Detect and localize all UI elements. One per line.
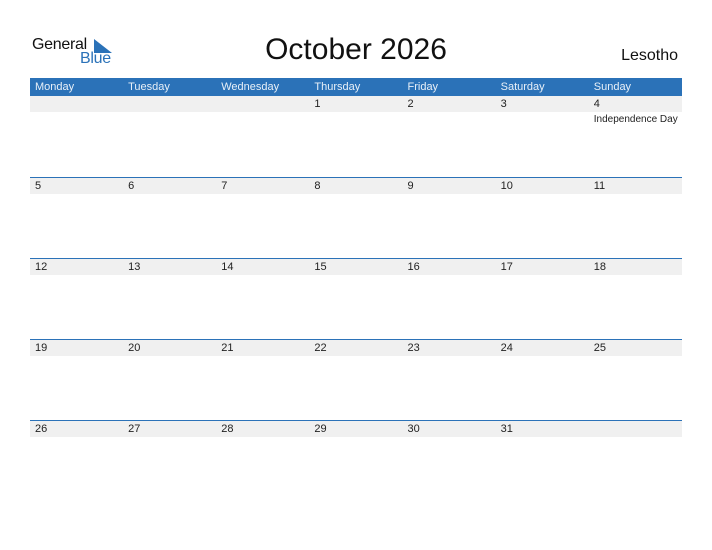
- day-number: 1: [314, 98, 321, 110]
- day-event: [309, 112, 402, 125]
- day-number: 4: [593, 98, 600, 110]
- weekday-wednesday: Wednesday: [221, 81, 280, 93]
- day-number: 29: [314, 423, 327, 435]
- day-event: [589, 437, 682, 439]
- events-row: [30, 275, 682, 277]
- day-event: [30, 437, 123, 439]
- date-strip: 26 27 28 29 30 31: [30, 421, 682, 437]
- day-event: [216, 194, 309, 196]
- day-event: [403, 194, 496, 196]
- day-number: 5: [35, 180, 42, 192]
- day-event: [403, 112, 496, 125]
- day-event: [403, 275, 496, 277]
- day-event: [30, 112, 123, 125]
- day-event: [30, 194, 123, 196]
- day-number: 14: [221, 261, 234, 273]
- day-number: 9: [407, 180, 414, 192]
- day-number: 11: [593, 180, 606, 192]
- day-number: 26: [35, 423, 48, 435]
- day-event: [309, 437, 402, 439]
- date-strip: 12 13 14 15 16 17 18: [30, 259, 682, 275]
- weekday-saturday: Saturday: [500, 81, 545, 93]
- day-number: [123, 96, 216, 112]
- day-number: 30: [407, 423, 420, 435]
- day-event: [403, 356, 496, 358]
- week-row: 5 6 7 8 9 10 11: [30, 177, 682, 196]
- week-row: 19 20 21 22 23 24 25: [30, 339, 682, 358]
- day-number: 7: [221, 180, 228, 192]
- weekday-friday: Friday: [407, 81, 439, 93]
- day-number: 10: [500, 180, 513, 192]
- day-event: [589, 275, 682, 277]
- day-number: 15: [314, 261, 327, 273]
- day-number: [216, 96, 309, 112]
- day-number: 6: [128, 180, 135, 192]
- day-number: 18: [593, 261, 606, 273]
- day-event: [123, 112, 216, 125]
- weekday-monday: Monday: [35, 81, 75, 93]
- day-event: [216, 356, 309, 358]
- day-event: [496, 112, 589, 125]
- day-number: 13: [128, 261, 141, 273]
- day-event: Independence Day: [593, 114, 678, 125]
- week-row: 26 27 28 29 30 31: [30, 420, 682, 439]
- date-strip: 5 6 7 8 9 10 11: [30, 178, 682, 194]
- day-event: [30, 356, 123, 358]
- day-event: [496, 194, 589, 196]
- day-event: [30, 275, 123, 277]
- day-number: 28: [221, 423, 234, 435]
- day-event: [309, 356, 402, 358]
- day-event: [123, 275, 216, 277]
- day-number: 8: [314, 180, 321, 192]
- day-number: 27: [128, 423, 141, 435]
- day-event: [589, 356, 682, 358]
- day-event: [403, 437, 496, 439]
- events-row: [30, 194, 682, 196]
- day-number: 19: [35, 342, 48, 354]
- day-number: 31: [500, 423, 513, 435]
- week-row: 12 13 14 15 16 17 18: [30, 258, 682, 277]
- day-number: [30, 96, 123, 112]
- events-row: [30, 356, 682, 358]
- day-number: 17: [500, 261, 513, 273]
- day-number: 3: [500, 98, 507, 110]
- weekday-tuesday: Tuesday: [128, 81, 170, 93]
- day-number: [589, 421, 682, 437]
- day-event: [216, 112, 309, 125]
- date-strip: 1 2 3 4: [30, 96, 682, 112]
- day-number: 16: [407, 261, 420, 273]
- day-number: 22: [314, 342, 327, 354]
- day-number: 2: [407, 98, 414, 110]
- week-row: 1 2 3 4 Independence Day: [30, 96, 682, 125]
- day-event: [309, 275, 402, 277]
- date-strip: 19 20 21 22 23 24 25: [30, 340, 682, 356]
- day-event: [496, 437, 589, 439]
- day-event: [216, 275, 309, 277]
- weekday-sunday: Sunday: [593, 81, 632, 93]
- day-number: 23: [407, 342, 420, 354]
- day-event: [496, 275, 589, 277]
- day-event: [123, 437, 216, 439]
- country-label: Lesotho: [621, 47, 678, 64]
- day-event: [309, 194, 402, 196]
- day-event: [216, 437, 309, 439]
- day-event: [496, 356, 589, 358]
- day-event: [123, 194, 216, 196]
- day-number: 25: [593, 342, 606, 354]
- day-number: 12: [35, 261, 48, 273]
- day-event: [589, 194, 682, 196]
- day-number: 21: [221, 342, 234, 354]
- events-row: [30, 437, 682, 439]
- day-number: 20: [128, 342, 141, 354]
- day-number: 24: [500, 342, 513, 354]
- day-event: [123, 356, 216, 358]
- weekday-thursday: Thursday: [314, 81, 361, 93]
- calendar-title: October 2026: [265, 33, 447, 66]
- weekday-header: Monday Tuesday Wednesday Thursday Friday…: [30, 78, 682, 96]
- events-row: Independence Day: [30, 112, 682, 125]
